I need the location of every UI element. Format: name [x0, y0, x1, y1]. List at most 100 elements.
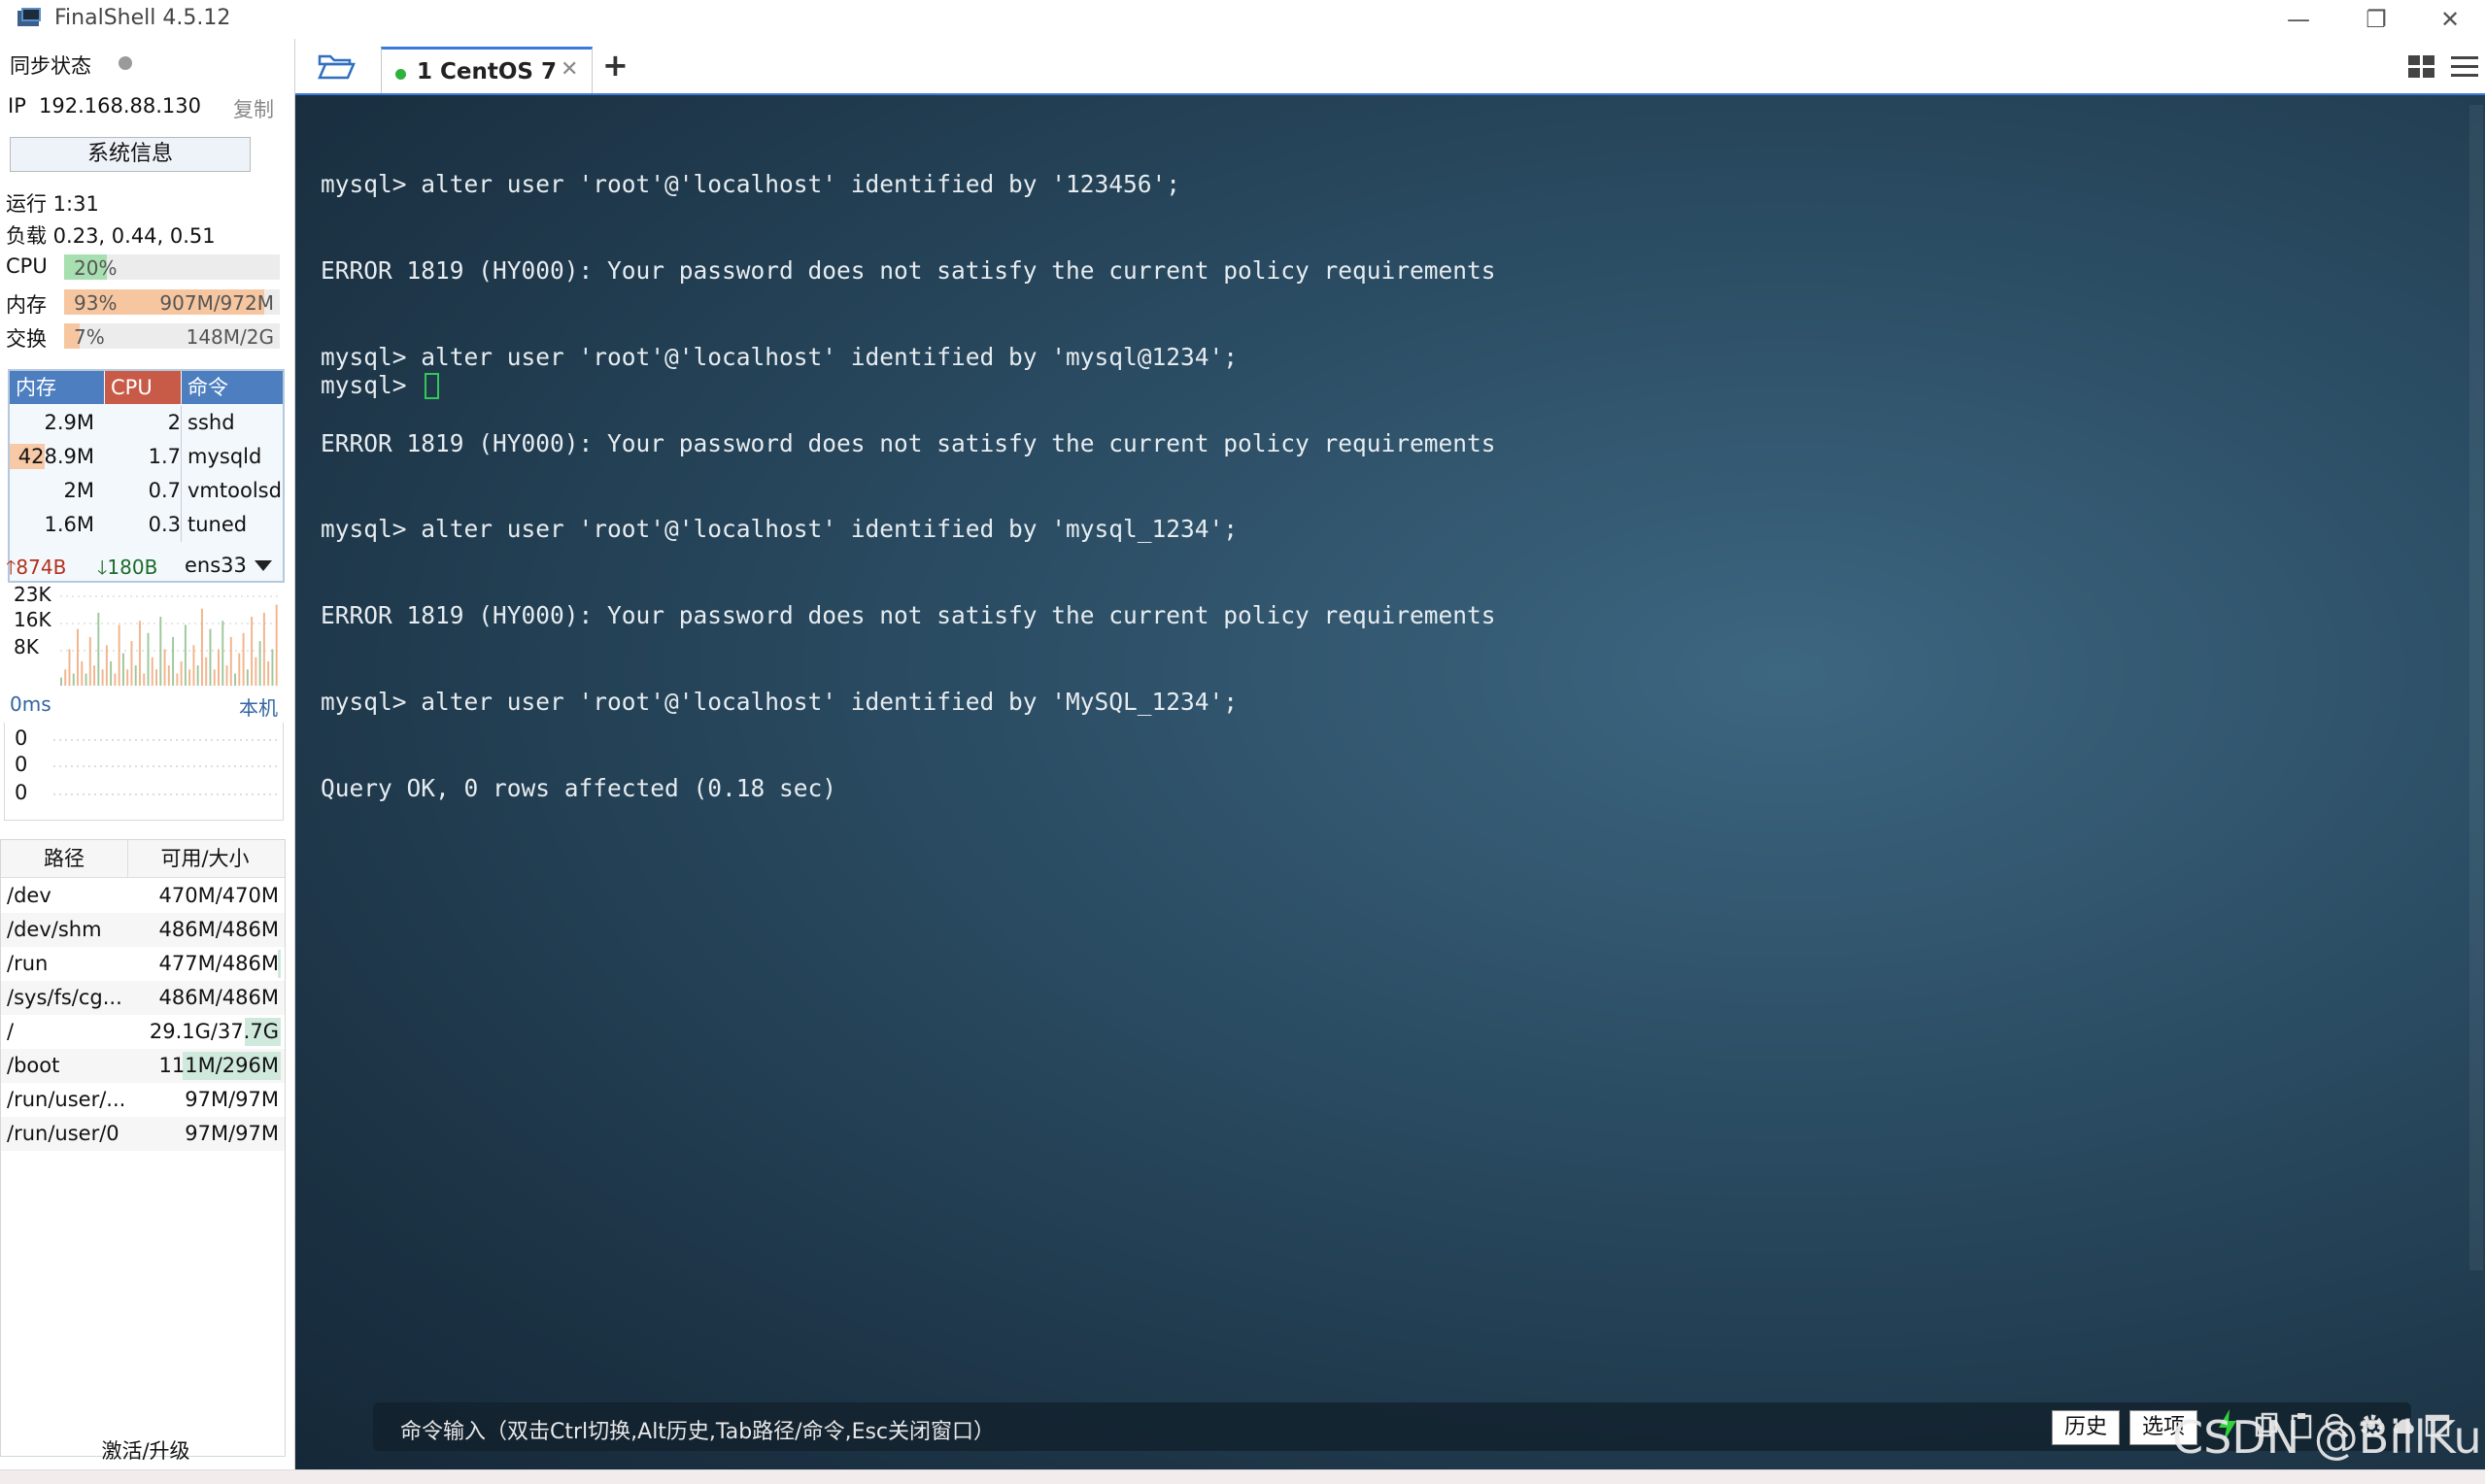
process-cpu: 0.7 [148, 479, 181, 502]
disk-table: 路径 可用/大小 /dev 470M/470M /dev/shm 486M/48… [0, 839, 286, 1457]
network-traffic-bar [130, 641, 133, 686]
ping-value: 0 [15, 781, 28, 804]
disk-path: /boot [7, 1054, 60, 1077]
copy-ip-button[interactable]: 复制 [233, 94, 274, 123]
disk-row[interactable]: / 29.1G/37.7G [1, 1015, 285, 1049]
swap-amount: 148M/2G [186, 325, 274, 349]
process-memory: 2.9M [44, 411, 94, 434]
disk-path: /dev/shm [7, 918, 102, 941]
network-traffic-bar [101, 669, 104, 686]
terminal-scrollbar[interactable] [2469, 105, 2483, 1270]
network-traffic-bar [255, 657, 257, 686]
network-traffic-bar [229, 636, 232, 686]
network-traffic-bar [159, 617, 162, 686]
add-tab-button[interactable]: + [602, 47, 629, 84]
layout-grid-icon[interactable] [2407, 54, 2436, 80]
disk-path: /sys/fs/cg... [7, 986, 122, 1009]
network-interface-select[interactable]: ens33 [185, 554, 247, 577]
network-traffic-bar [246, 669, 249, 686]
disk-row[interactable]: /run/user/... 97M/97M [1, 1083, 285, 1117]
system-info-button[interactable]: 系统信息 [10, 137, 251, 172]
terminal-output: mysql> alter user 'root'@'localhost' ide… [321, 113, 1496, 860]
ping-grid [53, 739, 281, 795]
disk-header-size[interactable]: 可用/大小 [128, 840, 282, 877]
disk-path: /run/user/... [7, 1088, 126, 1111]
network-traffic-bar [184, 624, 187, 686]
disk-row[interactable]: /dev 470M/470M [1, 879, 285, 913]
network-traffic-bar [97, 612, 100, 686]
network-traffic-bar [180, 660, 183, 686]
command-input-hint[interactable]: 命令输入（双击Ctrl切换,Alt历史,Tab路径/命令,Esc关闭窗口） [400, 1414, 995, 1445]
process-header-cpu[interactable]: CPU [105, 371, 181, 404]
network-traffic-svg [60, 595, 280, 686]
terminal-prompt[interactable]: mysql> [321, 371, 440, 399]
session-tab-bar: 1 CentOS 7 ✕ + [295, 39, 2485, 95]
cpu-meter-label: CPU [6, 254, 48, 278]
hamburger-menu-icon[interactable] [2450, 54, 2479, 80]
network-traffic-bar [213, 669, 216, 686]
activate-upgrade-link[interactable]: 激活/升级 [0, 1435, 291, 1465]
network-traffic-bar [60, 677, 62, 686]
process-row[interactable]: 428.9M 1.7 mysqld [10, 440, 283, 474]
terminal-line: ERROR 1819 (HY000): Your password does n… [321, 255, 1496, 285]
process-row[interactable]: 2M 0.7 vmtoolsd [10, 474, 283, 508]
process-row[interactable]: 1.6M 0.3 tuned [10, 508, 283, 542]
minimize-button[interactable]: — [2271, 4, 2326, 35]
window-title: FinalShell 4.5.12 [54, 6, 231, 30]
network-traffic-bar [68, 649, 71, 686]
maximize-button[interactable]: ❐ [2349, 4, 2403, 35]
process-header-command[interactable]: 命令 [182, 371, 283, 404]
swap-meter-label: 交换 [6, 327, 47, 351]
network-traffic-bar [205, 657, 208, 686]
terminal-line: mysql> alter user 'root'@'localhost' ide… [321, 687, 1239, 716]
disk-row[interactable]: /run/user/0 97M/97M [1, 1117, 285, 1151]
terminal-line: mysql> alter user 'root'@'localhost' ide… [321, 170, 1181, 199]
network-traffic-bar [218, 649, 220, 686]
process-memory: 1.6M [44, 513, 94, 536]
network-traffic-bar [234, 673, 237, 686]
process-row[interactable]: 2.9M 2 sshd [10, 406, 283, 440]
network-traffic-bar [172, 636, 175, 686]
disk-row[interactable]: /run 477M/486M [1, 947, 285, 981]
ping-value: 0 [15, 726, 28, 750]
network-traffic-bar [147, 632, 150, 686]
prompt-text: mysql> [321, 371, 422, 399]
network-traffic-bar [77, 628, 79, 686]
ping-host-label[interactable]: 本机 [239, 692, 278, 721]
disk-row[interactable]: /dev/shm 486M/486M [1, 913, 285, 947]
csdn-watermark: CSDN @BillKu [2172, 1411, 2482, 1464]
process-header-memory[interactable]: 内存 [10, 371, 104, 404]
ip-value: 192.168.88.130 [39, 94, 201, 118]
command-input-bar[interactable]: 命令输入（双击Ctrl切换,Alt历史,Tab路径/命令,Esc关闭窗口） 历史… [373, 1402, 2450, 1451]
disk-header-path[interactable]: 路径 [1, 840, 128, 877]
network-traffic-bar [271, 649, 274, 686]
process-command: sshd [181, 406, 235, 440]
connection-status-dot [395, 69, 406, 80]
terminal-line: ERROR 1819 (HY000): Your password does n… [321, 601, 1496, 630]
memory-percent: 93% [74, 291, 118, 315]
cpu-meter: 20% [64, 254, 280, 280]
caret-down-icon[interactable] [255, 560, 272, 571]
close-tab-icon[interactable]: ✕ [561, 57, 578, 82]
process-command: vmtoolsd [181, 474, 282, 508]
disk-size: 486M/486M [158, 986, 279, 1009]
disk-row[interactable]: /sys/fs/cg... 486M/486M [1, 981, 285, 1015]
uptime-text: 运行 1:31 [6, 192, 99, 216]
disk-path: /run/user/0 [7, 1122, 119, 1145]
disk-row[interactable]: /boot 111M/296M [1, 1049, 285, 1083]
terminal-line: ERROR 1819 (HY000): Your password does n… [321, 428, 1496, 457]
disk-size: 486M/486M [158, 918, 279, 941]
network-traffic-bar [110, 660, 113, 686]
network-traffic-bar [225, 665, 228, 686]
terminal-area[interactable]: mysql> alter user 'root'@'localhost' ide… [295, 95, 2485, 1469]
network-traffic-bar [105, 645, 108, 686]
network-traffic-bar [72, 673, 75, 686]
folder-icon[interactable] [317, 52, 356, 80]
close-window-button[interactable]: ✕ [2423, 4, 2477, 35]
disk-size: 97M/97M [185, 1088, 279, 1111]
tab-centos-7[interactable]: 1 CentOS 7 ✕ [381, 47, 593, 93]
network-traffic-bar [251, 617, 254, 686]
process-table: 内存 CPU 命令 2.9M 2 sshd 428.9M 1.7 mysqld … [8, 369, 285, 583]
sync-status-label: 同步状态 [10, 54, 91, 78]
history-button[interactable]: 历史 [2052, 1410, 2121, 1445]
